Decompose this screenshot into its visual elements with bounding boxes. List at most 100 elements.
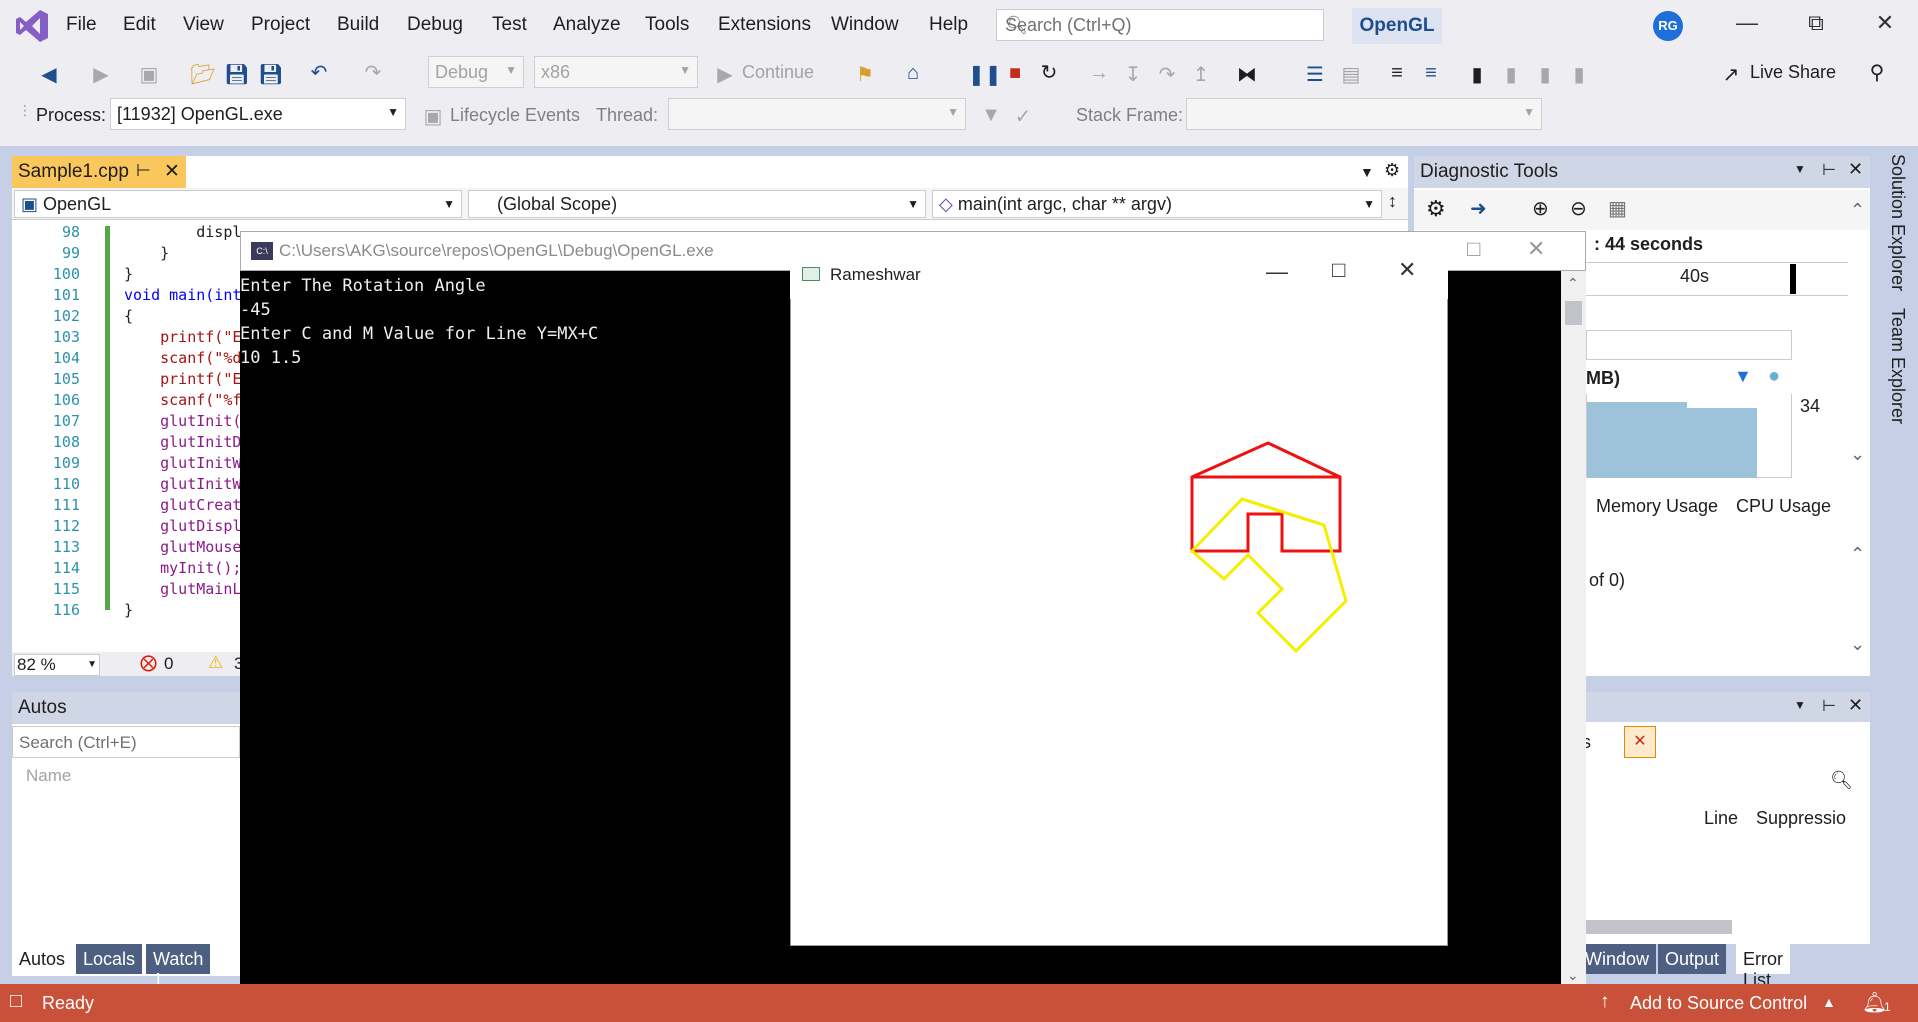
timeline-cursor[interactable] xyxy=(1790,264,1796,294)
outdent-icon[interactable]: ≡ xyxy=(1384,62,1410,85)
gear-icon[interactable]: ⚙ xyxy=(1426,196,1446,222)
pin-icon[interactable]: ⊢ xyxy=(1822,696,1836,716)
save-icon[interactable]: 💾︎ xyxy=(224,62,250,87)
error-count[interactable]: 0 xyxy=(164,654,173,674)
redo-icon[interactable]: ↷ xyxy=(360,60,386,85)
restart-icon[interactable]: ↻ xyxy=(1036,60,1062,85)
continue-button[interactable]: Continue xyxy=(742,62,814,83)
filter-errors-icon[interactable]: ✕ xyxy=(1624,726,1656,758)
feedback-icon[interactable]: ⚲ xyxy=(1864,60,1890,85)
lifecycle-events-button[interactable]: Lifecycle Events xyxy=(450,105,580,126)
chevron-down-icon[interactable]: ▼ xyxy=(1794,162,1806,176)
zoom-out-icon[interactable]: ⊖ xyxy=(1570,196,1587,221)
scroll-up-icon[interactable]: ⌃ xyxy=(1850,544,1865,565)
pin-icon[interactable]: ⊢ xyxy=(136,161,151,181)
project-select[interactable]: ▣ OpenGL ▼ xyxy=(14,190,462,218)
bookmark-icon[interactable]: ▮ xyxy=(1464,62,1490,87)
close-icon[interactable]: ✕ xyxy=(1870,10,1900,36)
tab-locals[interactable]: Locals xyxy=(76,944,143,974)
avatar[interactable]: RG xyxy=(1653,11,1683,41)
tab-memory-usage[interactable]: Memory Usage xyxy=(1596,496,1718,517)
add-to-source-control-button[interactable]: Add to Source Control xyxy=(1630,993,1807,1014)
tab-sample1-cpp[interactable]: Sample1.cpp ⊢ ✕ xyxy=(12,156,186,188)
minimize-icon[interactable]: — xyxy=(1732,10,1762,36)
scope-select[interactable]: (Global Scope) ▼ xyxy=(468,190,926,218)
menu-edit[interactable]: Edit xyxy=(123,14,156,36)
solution-configuration-select[interactable]: Debug ▼ xyxy=(428,56,524,88)
tab-list-dropdown-icon[interactable]: ▼ xyxy=(1360,164,1374,180)
tab-window[interactable]: Window xyxy=(1578,944,1657,974)
new-project-icon[interactable]: ▣ xyxy=(136,62,162,87)
process-icon[interactable]: ⚑ xyxy=(852,62,878,87)
scroll-down-icon[interactable]: ⌄ xyxy=(1850,634,1865,655)
menu-tools[interactable]: Tools xyxy=(645,14,689,36)
tab-output[interactable]: Output xyxy=(1658,944,1727,974)
function-select[interactable]: ◇ main(int argc, char ** argv) ▼ xyxy=(932,190,1382,218)
reset-view-icon[interactable]: ▦ xyxy=(1608,196,1627,221)
scroll-up-icon[interactable]: ⌃ xyxy=(1850,200,1865,221)
step-into-icon[interactable]: ↧ xyxy=(1120,62,1146,87)
console-scrollbar[interactable]: ⌃ ⌄ xyxy=(1561,271,1586,993)
autos-column-name[interactable]: Name xyxy=(26,766,71,786)
menu-help[interactable]: Help xyxy=(929,14,968,36)
menu-project[interactable]: Project xyxy=(251,14,310,36)
process-select[interactable]: [11932] OpenGL.exe ▼ xyxy=(110,98,406,130)
timeline-ruler[interactable] xyxy=(1586,262,1848,296)
thread-select[interactable]: ▼ xyxy=(668,98,966,130)
menu-analyze[interactable]: Analyze xyxy=(553,14,621,36)
maximize-icon[interactable]: □ xyxy=(1467,236,1480,262)
clear-bookmarks-icon[interactable]: ▮ xyxy=(1566,62,1592,87)
flag-threads-icon[interactable]: ✓ xyxy=(1010,104,1036,129)
scroll-up-icon[interactable]: ⌃ xyxy=(1567,275,1579,292)
filter-threads-icon[interactable]: ▼ xyxy=(978,104,1004,127)
quick-search-input[interactable]: Search (Ctrl+Q) 🔍︎ xyxy=(996,9,1324,41)
scroll-thumb[interactable] xyxy=(1565,301,1582,325)
tab-cpu-usage[interactable]: CPU Usage xyxy=(1736,496,1831,517)
pause-icon[interactable]: ❚❚ xyxy=(968,62,1002,87)
column-line[interactable]: Line xyxy=(1704,808,1738,829)
tab-error-list[interactable]: Error List xyxy=(1736,944,1790,990)
prev-bookmark-icon[interactable]: ▮ xyxy=(1498,62,1524,87)
thread-icon[interactable]: ☰ xyxy=(1302,62,1328,87)
step-out-icon[interactable]: ↥ xyxy=(1188,62,1214,87)
back-icon[interactable]: ◀ xyxy=(36,62,62,87)
zoom-in-icon[interactable]: ⊕ xyxy=(1532,196,1549,221)
solution-explorer-tab[interactable]: Solution Explorer xyxy=(1887,154,1908,291)
zoom-select[interactable]: 82 % ▼ xyxy=(14,654,100,676)
close-icon[interactable]: ✕ xyxy=(1848,159,1863,180)
gear-icon[interactable]: ⚙ xyxy=(1384,160,1400,181)
layout-icon[interactable]: ▤ xyxy=(1338,62,1364,87)
hex-display-icon[interactable]: ⧓ xyxy=(1234,62,1260,87)
select-tools-icon[interactable]: ➜ xyxy=(1470,196,1487,221)
tab-autos[interactable]: Autos xyxy=(12,944,73,974)
menu-file[interactable]: File xyxy=(66,14,97,36)
stack-frame-select[interactable]: ▼ xyxy=(1186,98,1542,130)
indent-icon[interactable]: ≡ xyxy=(1418,62,1444,85)
menu-window[interactable]: Window xyxy=(831,14,899,36)
close-icon[interactable]: ✕ xyxy=(1527,236,1545,262)
scroll-down-icon[interactable]: ⌄ xyxy=(1567,967,1579,984)
menu-view[interactable]: View xyxy=(183,14,224,36)
pin-icon[interactable]: ⊢ xyxy=(1822,160,1836,180)
show-next-statement-icon[interactable]: → xyxy=(1086,62,1112,85)
close-icon[interactable]: ✕ xyxy=(1848,695,1863,716)
solution-platform-select[interactable]: x86 ▼ xyxy=(534,56,698,88)
close-tab-icon[interactable]: ✕ xyxy=(164,160,180,183)
horizontal-scrollbar[interactable] xyxy=(1586,920,1732,934)
save-all-icon[interactable]: 💾︎ xyxy=(258,62,284,87)
menu-debug[interactable]: Debug xyxy=(407,14,463,36)
chevron-down-icon[interactable]: ▼ xyxy=(1794,698,1806,712)
stop-icon[interactable]: ■ xyxy=(1002,62,1028,85)
menu-test[interactable]: Test xyxy=(492,14,527,36)
menu-build[interactable]: Build xyxy=(337,14,379,36)
hot-reload-icon[interactable]: ⌂ xyxy=(900,62,926,85)
opengl-canvas[interactable] xyxy=(790,251,1448,946)
split-icon[interactable]: ↕ xyxy=(1388,191,1397,212)
next-bookmark-icon[interactable]: ▮ xyxy=(1532,62,1558,87)
restore-icon[interactable]: ⧉ xyxy=(1801,10,1831,36)
autos-search-input[interactable]: Search (Ctrl+E) xyxy=(12,726,240,758)
step-over-icon[interactable]: ↷ xyxy=(1154,62,1180,87)
undo-icon[interactable]: ↶ xyxy=(306,60,332,85)
column-suppression[interactable]: Suppressio xyxy=(1756,808,1846,829)
scroll-down-icon[interactable]: ⌄ xyxy=(1850,444,1865,465)
